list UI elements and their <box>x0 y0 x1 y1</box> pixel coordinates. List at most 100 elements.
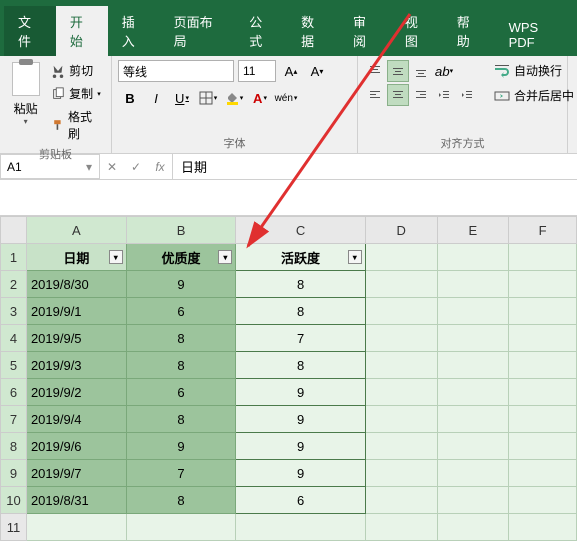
cell-A5[interactable]: 2019/9/3 <box>26 352 126 379</box>
border-button[interactable]: ▾ <box>196 86 220 110</box>
col-header-A[interactable]: A <box>26 217 126 244</box>
cell-D1[interactable] <box>365 244 437 271</box>
col-header-C[interactable]: C <box>236 217 365 244</box>
cell-E1[interactable] <box>437 244 509 271</box>
tab-formulas[interactable]: 公式 <box>235 6 287 56</box>
cell-A8[interactable]: 2019/9/6 <box>26 433 126 460</box>
col-header-B[interactable]: B <box>126 217 236 244</box>
format-painter-button[interactable]: 格式刷 <box>47 106 105 144</box>
decrease-indent-button[interactable] <box>433 84 455 106</box>
tab-wps[interactable]: WPS PDF <box>495 14 577 56</box>
merge-center-button[interactable]: 合并后居中 <box>492 85 576 106</box>
cell-B1[interactable]: 优质度▾ <box>126 244 236 271</box>
cell-C11[interactable] <box>236 514 365 541</box>
tab-review[interactable]: 审阅 <box>339 6 391 56</box>
cell-F4[interactable] <box>509 325 577 352</box>
cell-C3[interactable]: 8 <box>236 298 365 325</box>
cell-B2[interactable]: 9 <box>126 271 236 298</box>
cell-D7[interactable] <box>365 406 437 433</box>
cell-A6[interactable]: 2019/9/2 <box>26 379 126 406</box>
cell-F11[interactable] <box>509 514 577 541</box>
increase-indent-button[interactable] <box>456 84 478 106</box>
cell-A7[interactable]: 2019/9/4 <box>26 406 126 433</box>
cell-B10[interactable]: 8 <box>126 487 236 514</box>
cell-E2[interactable] <box>437 271 509 298</box>
row-header-3[interactable]: 3 <box>1 298 27 325</box>
filter-dropdown-C[interactable]: ▾ <box>348 250 362 264</box>
cell-A1[interactable]: 日期▾ <box>26 244 126 271</box>
align-bottom-button[interactable] <box>410 60 432 82</box>
cell-F3[interactable] <box>509 298 577 325</box>
row-header-6[interactable]: 6 <box>1 379 27 406</box>
cell-C8[interactable]: 9 <box>236 433 365 460</box>
font-color-button[interactable]: A▾ <box>248 86 272 110</box>
fill-color-button[interactable]: ▾ <box>222 86 246 110</box>
row-header-7[interactable]: 7 <box>1 406 27 433</box>
cell-B11[interactable] <box>126 514 236 541</box>
cell-B4[interactable]: 8 <box>126 325 236 352</box>
filter-dropdown-A[interactable]: ▾ <box>109 250 123 264</box>
tab-insert[interactable]: 插入 <box>108 6 160 56</box>
cell-A2[interactable]: 2019/8/30 <box>26 271 126 298</box>
phonetic-button[interactable]: wén▾ <box>274 86 298 110</box>
cell-B5[interactable]: 8 <box>126 352 236 379</box>
fx-icon[interactable]: fx <box>148 155 172 179</box>
cell-D10[interactable] <box>365 487 437 514</box>
cell-C5[interactable]: 8 <box>236 352 365 379</box>
cell-A9[interactable]: 2019/9/7 <box>26 460 126 487</box>
cell-D2[interactable] <box>365 271 437 298</box>
cell-C7[interactable]: 9 <box>236 406 365 433</box>
cell-D6[interactable] <box>365 379 437 406</box>
row-header-11[interactable]: 11 <box>1 514 27 541</box>
cell-F2[interactable] <box>509 271 577 298</box>
cell-D9[interactable] <box>365 460 437 487</box>
align-top-button[interactable] <box>364 60 386 82</box>
tab-view[interactable]: 视图 <box>391 6 443 56</box>
cell-C2[interactable]: 8 <box>236 271 365 298</box>
cell-A4[interactable]: 2019/9/5 <box>26 325 126 352</box>
cell-B3[interactable]: 6 <box>126 298 236 325</box>
cell-E6[interactable] <box>437 379 509 406</box>
cell-D3[interactable] <box>365 298 437 325</box>
cell-D8[interactable] <box>365 433 437 460</box>
italic-button[interactable]: I <box>144 86 168 110</box>
cell-E10[interactable] <box>437 487 509 514</box>
cell-F8[interactable] <box>509 433 577 460</box>
cell-F5[interactable] <box>509 352 577 379</box>
row-header-8[interactable]: 8 <box>1 433 27 460</box>
tab-help[interactable]: 帮助 <box>443 6 495 56</box>
formula-input[interactable] <box>172 154 577 179</box>
cell-C4[interactable]: 7 <box>236 325 365 352</box>
cell-F9[interactable] <box>509 460 577 487</box>
row-header-2[interactable]: 2 <box>1 271 27 298</box>
row-header-4[interactable]: 4 <box>1 325 27 352</box>
row-header-9[interactable]: 9 <box>1 460 27 487</box>
tab-pagelayout[interactable]: 页面布局 <box>160 6 236 56</box>
align-left-button[interactable] <box>364 84 386 106</box>
row-header-10[interactable]: 10 <box>1 487 27 514</box>
cell-B6[interactable]: 6 <box>126 379 236 406</box>
underline-button[interactable]: U▾ <box>170 86 194 110</box>
align-center-button[interactable] <box>387 84 409 106</box>
cell-F7[interactable] <box>509 406 577 433</box>
cell-A10[interactable]: 2019/8/31 <box>26 487 126 514</box>
wrap-text-button[interactable]: 自动换行 <box>492 60 576 81</box>
row-header-5[interactable]: 5 <box>1 352 27 379</box>
col-header-F[interactable]: F <box>509 217 577 244</box>
cell-D5[interactable] <box>365 352 437 379</box>
cell-E5[interactable] <box>437 352 509 379</box>
align-middle-button[interactable] <box>387 60 409 82</box>
bold-button[interactable]: B <box>118 86 142 110</box>
filter-dropdown-B[interactable]: ▾ <box>218 250 232 264</box>
cell-C1[interactable]: 活跃度▾ <box>236 244 365 271</box>
cell-E8[interactable] <box>437 433 509 460</box>
tab-file[interactable]: 文件 <box>4 6 56 56</box>
worksheet-grid[interactable]: ABCDEF1日期▾优质度▾活跃度▾22019/8/309832019/9/16… <box>0 216 577 541</box>
cell-E7[interactable] <box>437 406 509 433</box>
orientation-button[interactable]: ab▾ <box>433 60 455 82</box>
cell-F6[interactable] <box>509 379 577 406</box>
increase-font-button[interactable]: A▴ <box>280 60 302 82</box>
cell-D11[interactable] <box>365 514 437 541</box>
cell-C9[interactable]: 9 <box>236 460 365 487</box>
cell-B8[interactable]: 9 <box>126 433 236 460</box>
